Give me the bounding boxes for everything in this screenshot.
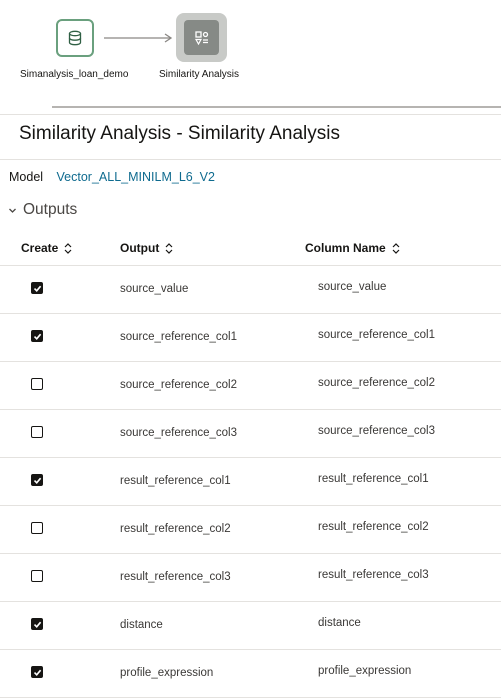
sort-icon[interactable] (392, 242, 400, 254)
column-name-cell[interactable]: source_value (318, 281, 386, 293)
table-row: source_value source_value (0, 266, 501, 314)
outputs-section-toggle[interactable]: Outputs (8, 201, 77, 219)
sort-icon[interactable] (64, 242, 72, 254)
source-node[interactable] (56, 19, 94, 57)
table-body: source_value source_value source_reference… (0, 266, 501, 698)
create-checkbox[interactable] (31, 570, 43, 582)
column-name-cell[interactable]: source_reference_col2 (318, 377, 435, 389)
header-create[interactable]: Create (21, 241, 72, 255)
outputs-table: Create Output Column Name source_value so… (0, 233, 501, 698)
column-name-cell[interactable]: distance (318, 617, 361, 629)
model-row: Model Vector_ALL_MINILM_L6_V2 (9, 170, 215, 184)
output-cell: result_reference_col2 (120, 523, 231, 535)
create-checkbox[interactable] (31, 618, 43, 630)
table-row: source_reference_col3 source_reference_co… (0, 410, 501, 458)
header-output[interactable]: Output (120, 241, 173, 255)
column-name-cell[interactable]: result_reference_col1 (318, 473, 429, 485)
similarity-node-inner (184, 20, 219, 55)
header-column-name-label: Column Name (305, 241, 386, 255)
output-cell: distance (120, 619, 163, 631)
create-checkbox[interactable] (31, 426, 43, 438)
table-header: Create Output Column Name (0, 233, 501, 266)
column-name-cell[interactable]: result_reference_col3 (318, 569, 429, 581)
chevron-down-icon (9, 208, 16, 213)
sort-icon[interactable] (165, 242, 173, 254)
header-column-name[interactable]: Column Name (305, 241, 400, 255)
outputs-section-title: Outputs (23, 201, 78, 218)
table-row: source_reference_col1 source_reference_co… (0, 314, 501, 362)
output-cell: source_reference_col1 (120, 331, 237, 343)
flow-canvas: Simanalysis_loan_demo Similarity Analysi… (0, 0, 501, 114)
similarity-icon (194, 30, 208, 45)
header-output-label: Output (120, 241, 160, 255)
model-link[interactable]: Vector_ALL_MINILM_L6_V2 (57, 170, 215, 184)
source-node-label: Simanalysis_loan_demo (20, 69, 129, 80)
divider (0, 114, 501, 115)
divider (0, 159, 501, 160)
similarity-node[interactable] (176, 13, 227, 62)
create-checkbox[interactable] (31, 522, 43, 534)
check-icon (33, 669, 41, 676)
create-checkbox[interactable] (31, 378, 43, 390)
canvas-scrollbar[interactable] (52, 106, 501, 108)
header-create-label: Create (21, 241, 59, 255)
check-icon (33, 333, 41, 340)
flow-edge-arrow (104, 33, 173, 43)
create-checkbox[interactable] (31, 474, 43, 486)
table-row: profile_expression profile_expression (0, 650, 501, 698)
table-row: source_reference_col2 source_reference_co… (0, 362, 501, 410)
check-icon (33, 285, 41, 292)
column-name-cell[interactable]: profile_expression (318, 665, 411, 677)
table-row: result_reference_col2 result_reference_co… (0, 506, 501, 554)
table-row: result_reference_col1 result_reference_co… (0, 458, 501, 506)
output-cell: profile_expression (120, 667, 214, 679)
check-icon (33, 621, 41, 628)
create-checkbox[interactable] (31, 330, 43, 342)
create-checkbox[interactable] (31, 666, 43, 678)
table-row: distance distance (0, 602, 501, 650)
column-name-cell[interactable]: source_reference_col1 (318, 329, 435, 341)
column-name-cell[interactable]: result_reference_col2 (318, 521, 429, 533)
column-name-cell[interactable]: source_reference_col3 (318, 425, 435, 437)
table-row: result_reference_col3 result_reference_co… (0, 554, 501, 602)
output-cell: source_value (120, 283, 189, 295)
database-icon (68, 30, 82, 46)
check-icon (33, 477, 41, 484)
output-cell: source_reference_col2 (120, 379, 237, 391)
output-cell: result_reference_col3 (120, 571, 231, 583)
similarity-node-label: Similarity Analysis (159, 69, 240, 80)
panel-title: Similarity Analysis - Similarity Analysi… (19, 123, 340, 144)
output-cell: result_reference_col1 (120, 475, 231, 487)
model-label: Model (9, 170, 44, 184)
output-cell: source_reference_col3 (120, 427, 237, 439)
create-checkbox[interactable] (31, 282, 43, 294)
